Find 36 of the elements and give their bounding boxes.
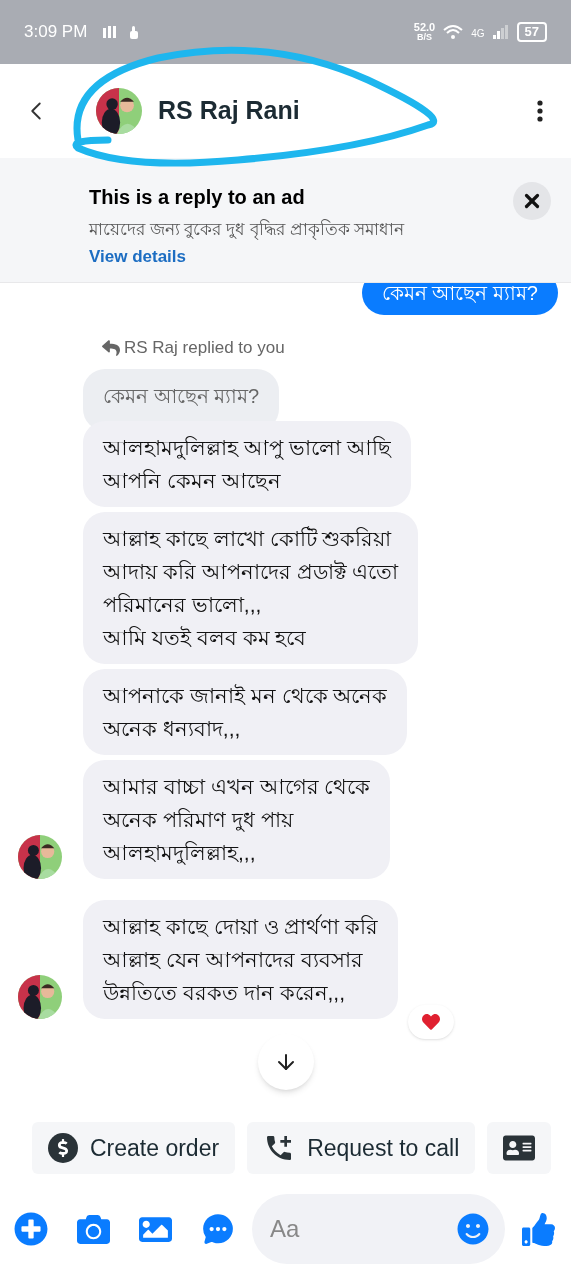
reply-label: RS Raj replied to you — [124, 337, 285, 359]
reply-icon — [102, 338, 120, 357]
quick-action-chip[interactable] — [487, 1122, 552, 1174]
sent-message: কেমন আছেন ম্যাম? — [361, 283, 558, 315]
heart-icon — [422, 1012, 440, 1031]
status-time: 3:09 PM — [24, 21, 88, 44]
received-message: আপনাকে জানাই মন থেকে অনেক অনেক ধন্যবাদ,,, — [83, 668, 408, 755]
hand-icon — [129, 25, 140, 39]
ad-description: মায়েদের জন্য বুকের দুধ বৃদ্ধির প্রাকৃতিক সমাধান View details — [89, 218, 406, 268]
thumbs-up-icon[interactable] — [522, 1212, 555, 1246]
received-message: আলহামদুলিল্লাহ আপু ভালো আছি আপনি কেমন আছেন — [83, 420, 411, 507]
camera-icon[interactable] — [77, 1212, 110, 1246]
contact-name: RS Raj Rani — [158, 95, 300, 127]
message-input[interactable]: Aa — [270, 1211, 457, 1247]
received-message: আমার বাচ্চা এখন আগের থেকে অনেক পরিমাণ দুধ পায় আলহামদুলিল্লাহ,,, — [83, 759, 391, 879]
network-type: 4G — [471, 27, 485, 41]
message-field[interactable]: Aa — [252, 1194, 505, 1264]
add-icon[interactable] — [14, 1212, 48, 1246]
speed-unit: B/S — [416, 33, 432, 42]
quick-action-chip[interactable]: Create order — [32, 1122, 236, 1174]
cell-signal-icon — [492, 25, 509, 39]
chat-bubble-icon[interactable] — [201, 1212, 235, 1246]
scroll-down-button[interactable] — [258, 1034, 314, 1090]
signal-icon — [103, 26, 118, 38]
emoji-icon[interactable] — [457, 1213, 489, 1245]
wifi-icon — [443, 24, 464, 40]
view-details-link[interactable]: View details — [89, 247, 186, 266]
battery-indicator: 57 — [516, 22, 547, 42]
more-icon — [537, 100, 543, 122]
close-button[interactable] — [513, 182, 551, 220]
network-speed: 52.0 — [413, 22, 436, 33]
quick-action-chip[interactable]: Request to call — [247, 1122, 476, 1174]
ad-title: This is a reply to an ad — [89, 185, 306, 210]
dollar-icon — [48, 1133, 78, 1163]
received-message: আল্লাহ কাছে দোয়া ও প্রার্থণা করি আল্লাহ যেন আপনাদের ব্যবসার উন্নতিতে বরকত দান করেন,,, — [83, 899, 399, 1019]
received-message: আল্লাহ কাছে লাখো কোটি শুকরিয়া আদায় করি আপনাদের প্রডাক্ট এতো পরিমানের ভালো,,, আমি যতই বলব কম হবে — [83, 511, 419, 664]
